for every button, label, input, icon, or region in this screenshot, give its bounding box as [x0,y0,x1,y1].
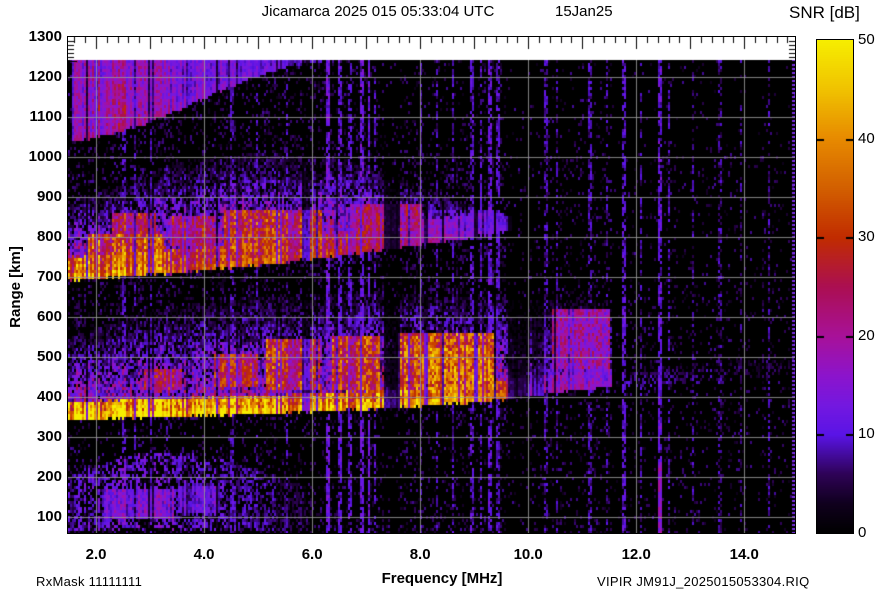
colorbar-tick-label-0: 0 [858,524,867,541]
y-axis-label: Range [km] [7,246,24,328]
colorbar-tick-label-30: 30 [858,228,875,246]
y-tick-label-1100: 1100 [29,108,62,125]
x-tick-label-10.0: 10.0 [513,546,543,563]
y-tick-label-800: 800 [36,228,62,245]
y-tick-label-100: 100 [36,508,62,525]
y-tick-label-1300: 1300 [28,28,62,45]
colorbar-gradient-canvas [817,40,853,533]
x-tick-label-8.0: 8.0 [409,546,431,563]
y-tick-label-1000: 1000 [28,148,62,165]
x-axis-label: Frequency [MHz] [381,570,503,587]
y-tick-label-1200: 1200 [28,68,62,85]
colorbar-tick-label-40: 40 [858,129,875,147]
x-tick-label-12.0: 12.0 [621,546,651,563]
ionogram-screen: Jicamarca 2025 015 05:33:04 UTC 15Jan25 … [0,0,884,595]
ionogram-heatmap-canvas [68,37,795,533]
y-tick-label-900: 900 [36,188,62,205]
y-tick-label-500: 500 [36,348,62,365]
colorbar-title: SNR [dB] [789,3,860,22]
x-tick-label-14.0: 14.0 [729,546,759,563]
colorbar-tick-label-50: 50 [858,31,875,48]
y-tick-label-400: 400 [36,388,62,405]
colorbar-tick-label-10: 10 [858,425,875,443]
y-tick-label-600: 600 [36,308,62,325]
y-tick-label-300: 300 [36,428,62,445]
x-tick-label-6.0: 6.0 [301,546,323,563]
plot-date: 15Jan25 [555,3,613,20]
file-id-label: VIPIR JM91J_2025015053304.RIQ [597,574,810,589]
rx-mask-label: RxMask 11111111 [36,574,143,589]
y-tick-label-700: 700 [36,268,62,285]
x-tick-label-4.0: 4.0 [193,546,215,563]
x-tick-label-2.0: 2.0 [85,546,107,563]
y-tick-label-200: 200 [36,468,62,485]
plot-title: Jicamarca 2025 015 05:33:04 UTC [261,3,495,20]
colorbar-tick-label-20: 20 [858,326,875,344]
